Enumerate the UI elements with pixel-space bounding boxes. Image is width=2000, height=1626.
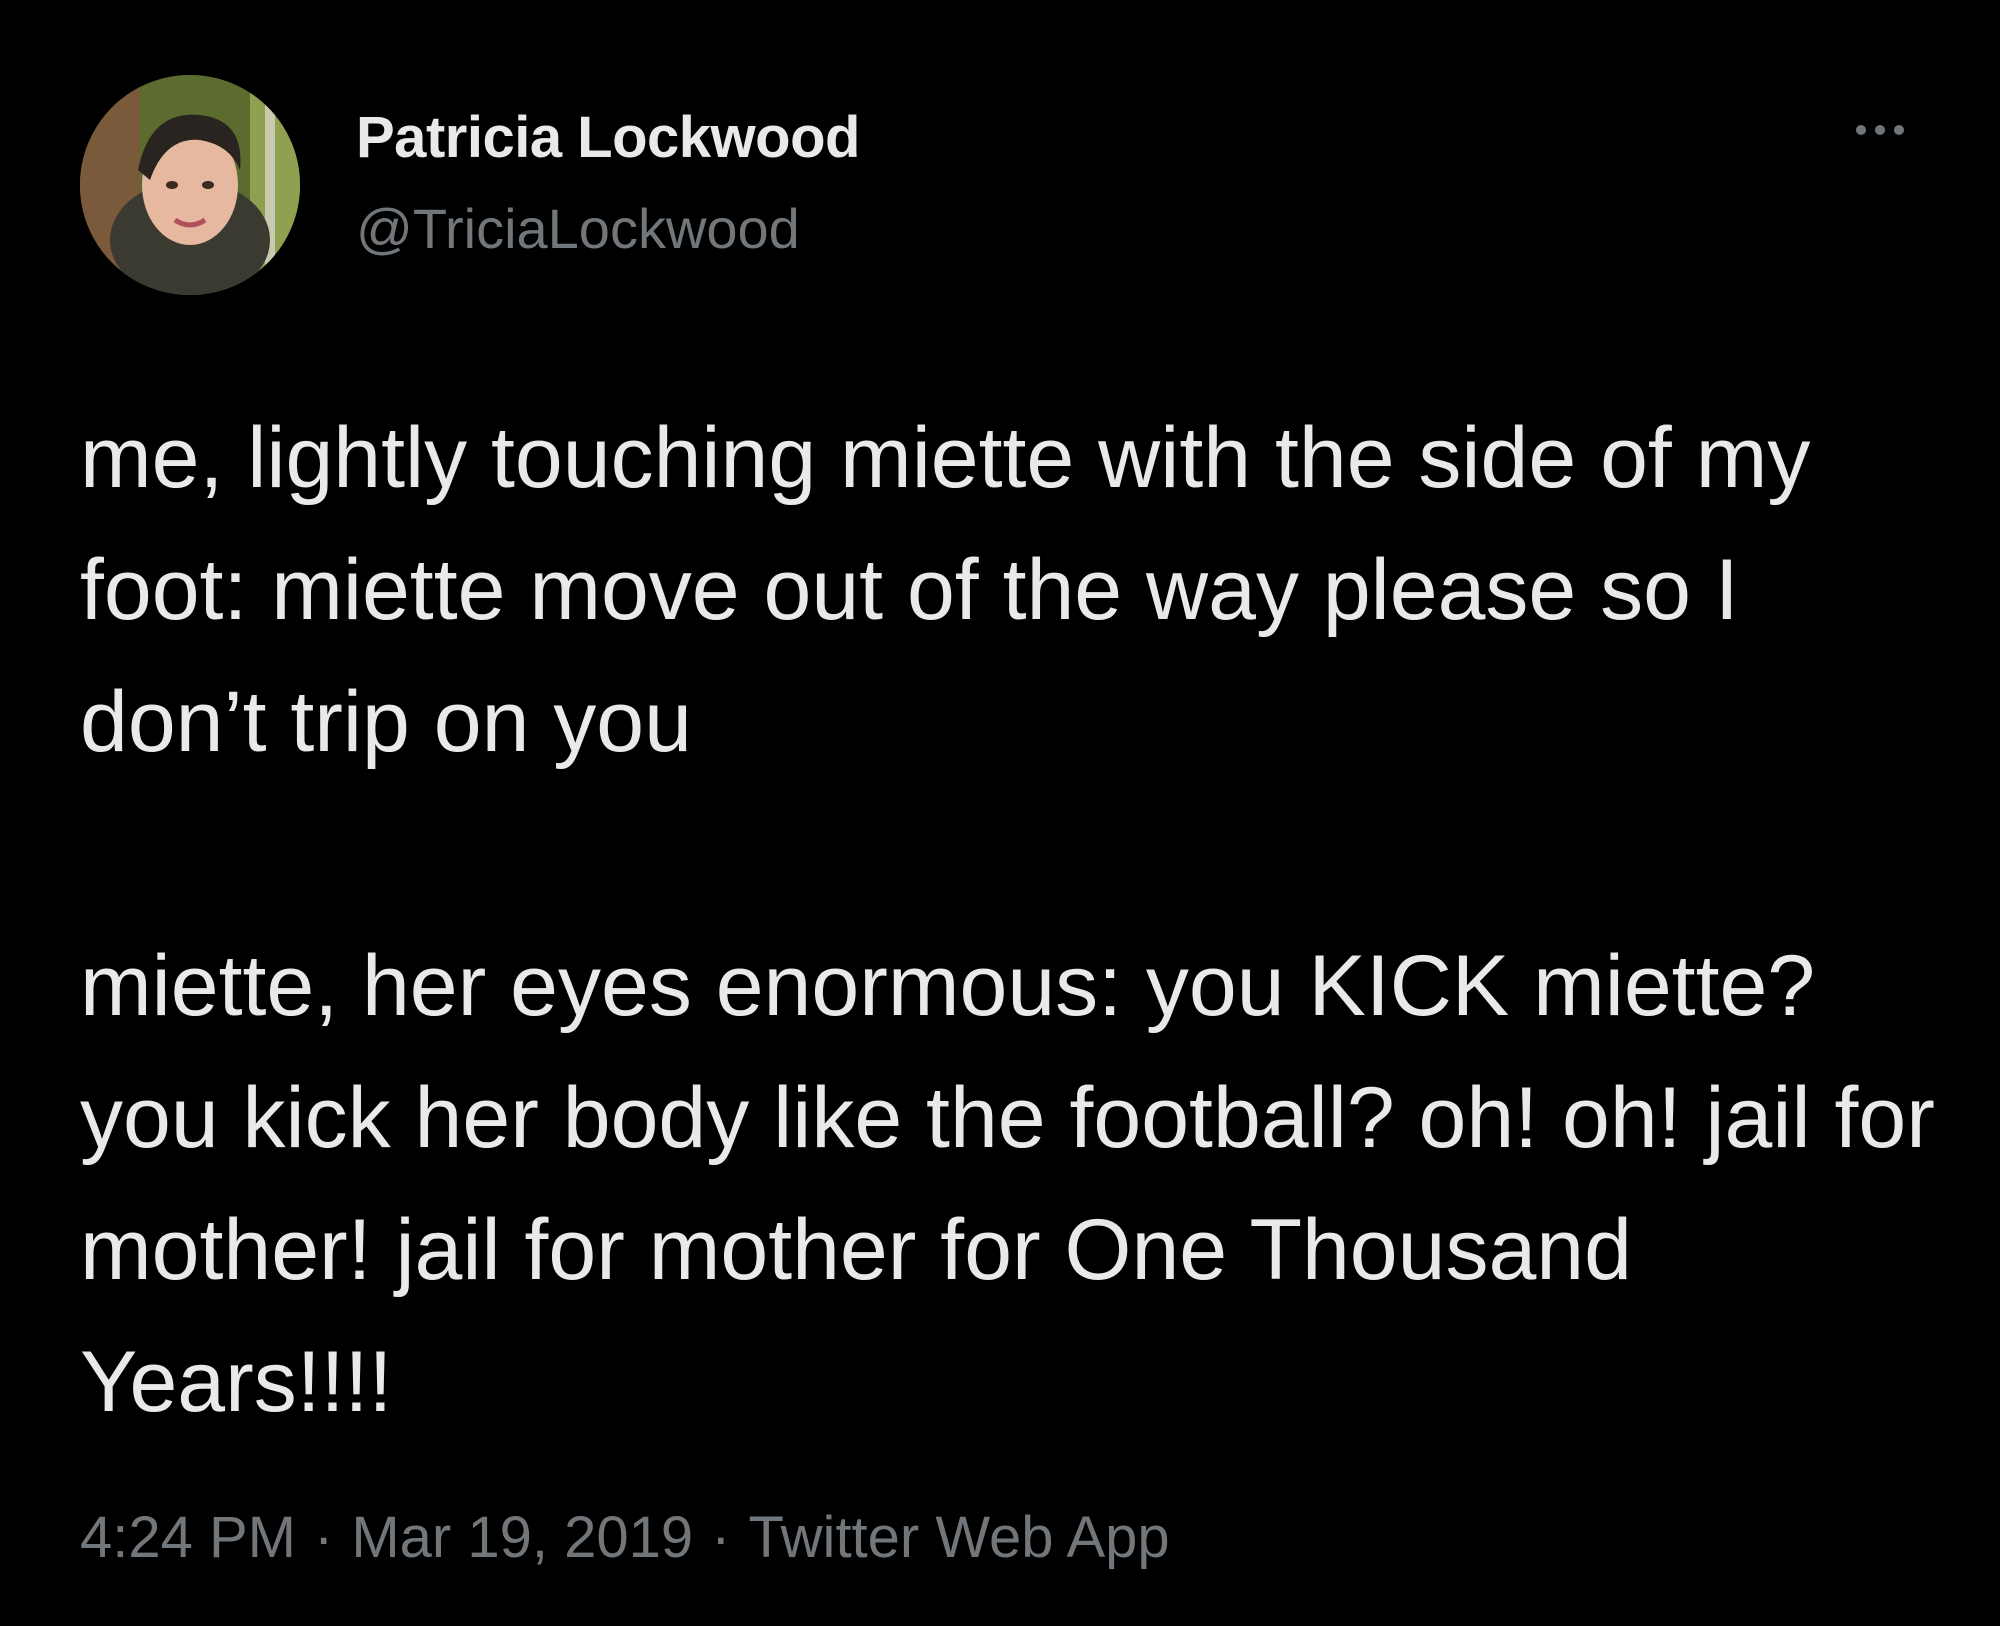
tweet-time[interactable]: 4:24 PM: [80, 1505, 296, 1570]
avatar[interactable]: [80, 75, 300, 295]
more-horizontal-icon-dot: [1875, 125, 1885, 135]
meta-separator: ·: [711, 1505, 731, 1570]
author-display-name[interactable]: Patricia Lockwood: [356, 104, 860, 171]
tweet-text: me, lightly touching miette with the sid…: [80, 410, 1935, 1430]
meta-separator: ·: [314, 1505, 334, 1570]
tweet: Patricia Lockwood @TriciaLockwood me, li…: [0, 0, 2000, 1626]
tweet-meta: 4:24 PM · Mar 19, 2019 · Twitter Web App: [80, 1504, 1170, 1571]
tweet-date[interactable]: Mar 19, 2019: [351, 1505, 693, 1570]
avatar-photo: [80, 75, 300, 295]
more-horizontal-icon: [1856, 125, 1866, 135]
tweet-source[interactable]: Twitter Web App: [748, 1505, 1169, 1570]
more-options-button[interactable]: [1840, 110, 1920, 150]
author-handle[interactable]: @TriciaLockwood: [356, 196, 800, 261]
more-horizontal-icon-dot: [1894, 125, 1904, 135]
